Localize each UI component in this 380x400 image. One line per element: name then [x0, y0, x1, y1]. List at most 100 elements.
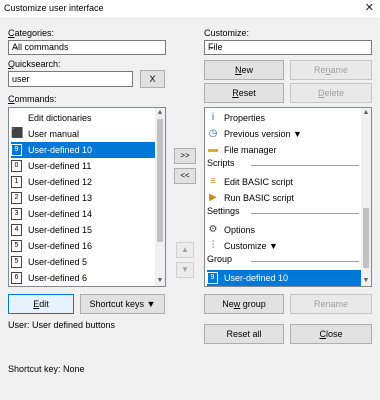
- access-key: Q: [8, 59, 16, 69]
- access-key: E: [33, 299, 40, 309]
- toolbar-list-item[interactable]: i Properties: [207, 110, 361, 126]
- access-key: C: [8, 94, 15, 104]
- command-label: User-defined 11: [28, 161, 92, 171]
- command-description: User: User defined buttons: [8, 320, 116, 330]
- categories-dropdown[interactable]: All commands ⌄: [8, 40, 166, 55]
- group-separator-line: [251, 165, 359, 166]
- toolbar-list-item[interactable]: ⚙ Options: [207, 222, 361, 238]
- number-icon: 5: [11, 240, 22, 252]
- access-key: C: [319, 329, 326, 339]
- command-list-item[interactable]: 9 User-defined 10: [11, 142, 155, 158]
- access-key: N: [234, 65, 242, 75]
- quicksearch-field[interactable]: [9, 72, 132, 86]
- title-bar: Customize user interface ✕: [0, 0, 380, 18]
- clear-search-button[interactable]: X: [140, 70, 165, 88]
- command-list-item[interactable]: 1 User-defined 12: [11, 174, 155, 190]
- command-label: User-defined 10: [28, 145, 93, 155]
- group-separator-line: [251, 213, 359, 214]
- command-list-item[interactable]: 2 User-defined 13: [11, 190, 155, 206]
- number-icon: 9: [11, 144, 22, 156]
- scroll-thumb[interactable]: [157, 119, 163, 242]
- new-group-button[interactable]: New group: [204, 294, 284, 314]
- toolbar-item-label: Options: [224, 225, 256, 235]
- command-label: User-defined 13: [28, 193, 93, 203]
- commands-scrollbar[interactable]: ▲ ▼: [155, 108, 165, 286]
- shortcut-keys-button[interactable]: Shortcut keys ▼: [80, 294, 165, 314]
- toolbar-list-item[interactable]: ⫶ Customize ▼: [207, 238, 361, 254]
- number-icon: 1: [11, 176, 22, 188]
- access-key: D: [317, 88, 325, 98]
- window-title: Customize user interface: [4, 3, 104, 13]
- scroll-up-icon[interactable]: ▲: [361, 108, 371, 118]
- access-key: R: [232, 88, 239, 98]
- quicksearch-input[interactable]: [8, 71, 133, 87]
- toolbar-item-label: User-defined 10: [224, 273, 289, 283]
- commands-list[interactable]: Edit dictionaries ⬛ User manual 9 User-defin…: [8, 107, 166, 287]
- command-label: User-defined 5: [28, 257, 88, 267]
- number-icon: 9: [207, 272, 218, 284]
- command-label: User-defined 16: [28, 241, 93, 251]
- reset-all-button[interactable]: Reset all: [204, 324, 284, 344]
- command-list-item[interactable]: 4 User-defined 15: [11, 222, 155, 238]
- group-separator-label: Group: [207, 254, 233, 264]
- toolbar-list-item[interactable]: ≡ Edit BASIC script: [207, 174, 361, 190]
- command-list-item[interactable]: 3 User-defined 14: [11, 206, 155, 222]
- number-icon: 0: [11, 160, 22, 172]
- close-icon[interactable]: ✕: [365, 1, 374, 14]
- command-label: Edit dictionaries: [28, 113, 92, 123]
- remove-command-button[interactable]: <<: [174, 168, 196, 184]
- scroll-thumb[interactable]: [363, 208, 369, 268]
- reset-button[interactable]: Reset: [204, 83, 284, 103]
- scroll-up-icon[interactable]: ▲: [155, 108, 165, 118]
- scroll-down-icon[interactable]: ▼: [361, 276, 371, 286]
- rename-button[interactable]: Rename: [290, 60, 372, 80]
- add-command-button[interactable]: >>: [174, 148, 196, 164]
- items-scrollbar[interactable]: ▲ ▼: [361, 108, 371, 286]
- pdf-icon: ⬛: [11, 128, 24, 139]
- toolbar-list-item[interactable]: ▶ Run BASIC script: [207, 190, 361, 206]
- access-key: C: [8, 28, 15, 38]
- command-label: User-defined 6: [28, 273, 88, 283]
- command-list-item[interactable]: 6 User-defined 6: [11, 270, 155, 286]
- categories-label: Categories:: [8, 28, 55, 38]
- number-icon: 4: [11, 224, 22, 236]
- commands-label: Commands:: [8, 94, 57, 104]
- new-button[interactable]: New: [204, 60, 284, 80]
- run-icon: ▶: [209, 192, 217, 203]
- number-icon: 6: [11, 272, 22, 284]
- toolbar-list-item[interactable]: ◷ Previous version ▼: [207, 126, 361, 142]
- clock-icon: ◷: [208, 128, 218, 139]
- command-label: User-defined 12: [28, 177, 93, 187]
- group-separator-line: [251, 261, 359, 262]
- command-list-item[interactable]: Edit dictionaries: [11, 110, 155, 126]
- toolbar-items-list[interactable]: i Properties ◷ Previous version ▼ ▬ File mana…: [204, 107, 372, 287]
- group-separator-label: Settings: [207, 206, 240, 216]
- toolbar-list-item[interactable]: 9 User-defined 10: [207, 270, 361, 286]
- delete-button[interactable]: Delete: [290, 83, 372, 103]
- edit-button[interactable]: Edit: [8, 294, 74, 314]
- command-label: User-defined 15: [28, 225, 93, 235]
- command-list-item[interactable]: 0 User-defined 11: [11, 158, 155, 174]
- toolbar-item-label: Edit BASIC script: [224, 177, 294, 187]
- toolbar-item-label: Previous version ▼: [224, 129, 302, 139]
- toolbar-item-label: Customize ▼: [224, 241, 278, 251]
- command-list-item[interactable]: 5 User-defined 5: [11, 254, 155, 270]
- command-list-item[interactable]: ⬛ User manual: [11, 126, 155, 142]
- number-icon: 5: [11, 256, 22, 268]
- move-down-button[interactable]: ▼: [176, 262, 194, 278]
- scroll-down-icon[interactable]: ▼: [155, 276, 165, 286]
- command-label: User-defined 14: [28, 209, 93, 219]
- folder-icon: ▬: [208, 144, 218, 155]
- rename-group-button[interactable]: Rename: [290, 294, 372, 314]
- sliders-icon: ⫶: [211, 240, 215, 251]
- command-label: User manual: [28, 129, 80, 139]
- toolbar-item-label: Run BASIC script: [224, 193, 295, 203]
- group-separator-label: Scripts: [207, 158, 235, 168]
- toolbar-list-item[interactable]: ▬ File manager: [207, 142, 361, 158]
- chevron-down-icon: ⌄: [208, 41, 216, 51]
- number-icon: 3: [11, 208, 22, 220]
- move-up-button[interactable]: ▲: [176, 242, 194, 258]
- customize-dropdown[interactable]: File ⌄: [204, 40, 372, 55]
- close-button[interactable]: Close: [290, 324, 372, 344]
- command-list-item[interactable]: 5 User-defined 16: [11, 238, 155, 254]
